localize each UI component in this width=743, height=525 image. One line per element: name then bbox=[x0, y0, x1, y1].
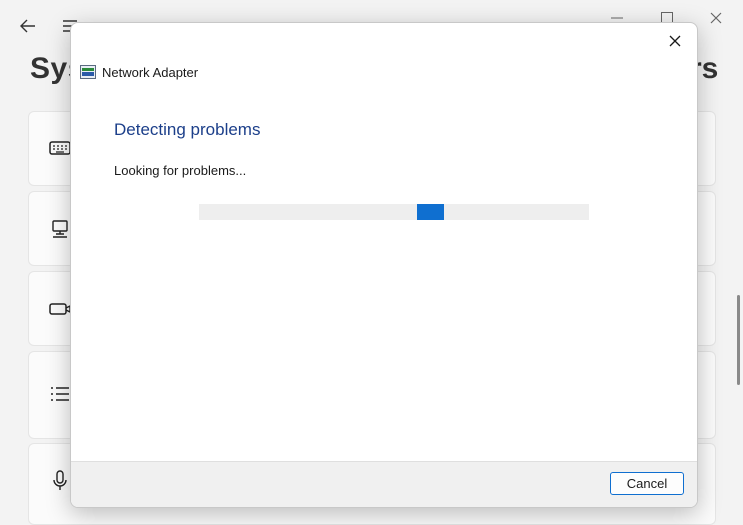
dialog-heading: Detecting problems bbox=[114, 120, 261, 139]
progress-bar-chunk bbox=[417, 204, 444, 220]
window-close-icon[interactable] bbox=[704, 8, 728, 28]
close-icon bbox=[669, 35, 681, 47]
dialog-app-title: Network Adapter bbox=[102, 65, 199, 80]
microphone-icon bbox=[49, 470, 71, 492]
camera-icon bbox=[49, 298, 71, 320]
progress-bar bbox=[199, 204, 589, 220]
scrollbar-thumb[interactable] bbox=[737, 295, 740, 385]
keyboard-icon bbox=[49, 137, 71, 159]
cancel-button[interactable]: Cancel bbox=[610, 472, 684, 495]
status-text: Looking for problems... bbox=[114, 163, 247, 178]
back-arrow-icon[interactable] bbox=[18, 16, 38, 36]
network-adapter-troubleshooter-dialog: Network Adapter Detecting problems Looki… bbox=[70, 22, 698, 508]
dialog-footer: Cancel bbox=[71, 461, 697, 507]
network-adapter-icon bbox=[80, 65, 96, 79]
dialog-close-button[interactable] bbox=[663, 29, 687, 53]
list-icon bbox=[49, 384, 71, 406]
computer-icon bbox=[49, 218, 71, 240]
